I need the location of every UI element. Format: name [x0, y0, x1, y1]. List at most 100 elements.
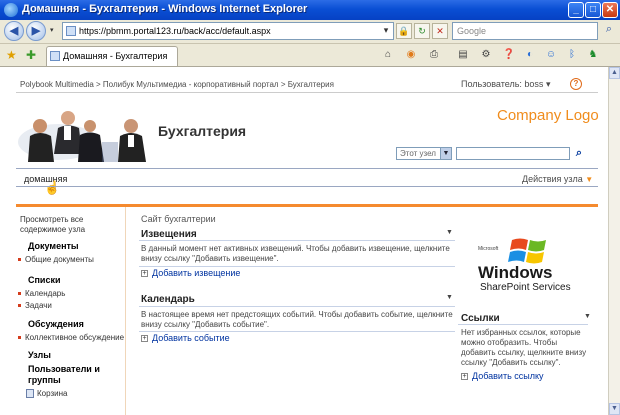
calendar-empty-text: В настоящее время нет предстоящих событи… [141, 310, 453, 329]
maximize-button[interactable]: □ [585, 2, 601, 18]
logo-microsoft: Microsoft [478, 246, 499, 252]
calendar-title[interactable]: Календарь [141, 294, 195, 305]
ql-item-tasks[interactable]: Задачи [18, 301, 52, 310]
scroll-up-icon[interactable]: ▲ [609, 67, 620, 79]
divider [139, 306, 455, 307]
chevron-down-icon[interactable]: ▼ [584, 313, 591, 320]
announcements-title[interactable]: Извещения [141, 229, 197, 240]
add-link-link[interactable]: + Добавить ссылку [461, 371, 544, 381]
add-announcement-label: Добавить извещение [152, 268, 241, 278]
divider [139, 240, 455, 241]
divider [139, 266, 455, 267]
divider [139, 331, 455, 332]
bullet-icon [18, 304, 21, 308]
user-menu[interactable]: Пользователь: boss ▾ [461, 79, 550, 90]
ql-item-team-discussion[interactable]: Коллективное обсуждение [18, 333, 124, 342]
ql-sites-heading[interactable]: Узлы [28, 350, 51, 360]
tab-current[interactable]: Домашняя - Бухгалтерия [46, 46, 178, 66]
plus-icon: + [141, 270, 148, 278]
close-button[interactable]: ✕ [602, 2, 618, 18]
recycle-bin-icon [26, 389, 34, 399]
add-link-label: Добавить ссылку [472, 371, 544, 381]
feeds-icon[interactable]: ◉ [403, 47, 419, 63]
search-scope-select[interactable]: Этот узел ▼ [396, 147, 452, 160]
tab-toolbar: ★ ✚ Домашняя - Бухгалтерия ⌂ ◉ ⎙ ▤ ⚙ ❓ ◐… [0, 44, 620, 67]
window-titlebar[interactable]: Домашняя - Бухгалтерия - Windows Interne… [0, 0, 620, 20]
minimize-button[interactable]: _ [568, 2, 584, 18]
stop-icon[interactable]: ✕ [432, 23, 448, 39]
links-empty-text: Нет избранных ссылок, которые можно отоб… [461, 328, 587, 367]
ql-documents-heading[interactable]: Документы [28, 241, 79, 251]
search-scope-value: Этот узел [400, 149, 436, 158]
page-icon [66, 26, 76, 36]
divider [16, 168, 598, 169]
plus-icon: + [141, 335, 148, 343]
help-icon[interactable]: ? [570, 78, 582, 90]
ql-item-label: Коллективное обсуждение [25, 333, 125, 342]
bluetooth-icon[interactable]: ᛒ [564, 47, 580, 63]
address-input[interactable]: https://pbmm.portal123.ru/back/acc/defau… [62, 22, 394, 40]
print-icon[interactable]: ⎙ [426, 47, 442, 63]
search-icon[interactable]: ⌕ [572, 146, 586, 160]
page-icon [50, 51, 60, 61]
address-toolbar: ◀ ▶ ▾ https://pbmm.portal123.ru/back/acc… [0, 20, 620, 44]
extension-icon[interactable]: ♞ [585, 47, 601, 63]
window-title: Домашняя - Бухгалтерия - Windows Interne… [22, 3, 308, 15]
forward-button[interactable]: ▶ [26, 21, 46, 41]
ql-recycle-bin[interactable]: Корзина [26, 389, 68, 399]
help-icon[interactable]: ❓ [501, 47, 517, 63]
favorites-star-icon[interactable]: ★ [6, 48, 17, 62]
site-actions-label: Действия узла [522, 174, 583, 184]
back-icon: ◀ [9, 25, 19, 37]
forward-icon: ▶ [31, 25, 41, 37]
tools-icon[interactable]: ⚙ [478, 47, 494, 63]
vertical-scrollbar[interactable]: ▲ ▼ [608, 67, 620, 415]
logo-windows: Windows [478, 263, 552, 282]
ql-people-groups-heading[interactable]: Пользователи и группы [28, 364, 124, 386]
hand-cursor-icon: ☝ [44, 180, 61, 195]
site-title[interactable]: Бухгалтерия [158, 123, 246, 139]
ql-item-label: Корзина [37, 389, 68, 398]
divider [458, 324, 588, 325]
recent-pages-dropdown[interactable]: ▾ [50, 26, 54, 34]
search-icon[interactable]: ⌕ [602, 23, 616, 37]
home-icon[interactable]: ⌂ [380, 47, 396, 63]
site-actions-menu[interactable]: Действия узла ▼ [522, 174, 593, 184]
back-button[interactable]: ◀ [4, 21, 24, 41]
company-logo[interactable]: Company Logo [497, 107, 599, 124]
search-input[interactable]: Google [452, 22, 598, 40]
add-favorites-icon[interactable]: ✚ [26, 48, 36, 62]
messenger-icon[interactable]: ☺ [543, 47, 559, 63]
divider [16, 186, 598, 187]
view-all-content-link[interactable]: Просмотреть все содержимое узла [20, 215, 116, 235]
chevron-down-icon: ▾ [545, 79, 551, 89]
team-photo [18, 104, 150, 162]
scroll-down-icon[interactable]: ▼ [609, 403, 620, 415]
chevron-down-icon[interactable]: ▼ [446, 294, 453, 301]
quick-launch: Просмотреть все содержимое узла Документ… [16, 207, 126, 415]
ql-item-label: Задачи [25, 301, 52, 310]
breadcrumb[interactable]: Polybook Multimedia > Полибук Мультимеди… [20, 80, 334, 89]
links-title[interactable]: Ссылки [461, 313, 500, 324]
bullet-icon [18, 258, 21, 262]
plus-icon: + [461, 373, 468, 381]
page-menu-icon[interactable]: ▤ [455, 47, 471, 63]
bullet-icon [18, 336, 21, 340]
chevron-down-icon: ▼ [585, 175, 594, 184]
site-search-input[interactable] [456, 147, 570, 160]
add-announcement-link[interactable]: + Добавить извещение [141, 268, 240, 278]
ie-icon [4, 3, 18, 17]
ql-item-shared-documents[interactable]: Общие документы [18, 255, 94, 264]
ql-lists-heading[interactable]: Списки [28, 275, 61, 285]
chevron-down-icon[interactable]: ▼ [446, 229, 453, 236]
logo-sharepoint: SharePoint Services [480, 282, 571, 293]
research-icon[interactable]: ◐ [522, 47, 538, 63]
address-dropdown[interactable]: ▾ [378, 23, 394, 39]
ql-discussions-heading[interactable]: Обсуждения [28, 319, 84, 329]
refresh-icon[interactable]: ↻ [414, 23, 430, 39]
lock-icon[interactable]: 🔒 [396, 23, 412, 39]
ql-item-calendar[interactable]: Календарь [18, 289, 65, 298]
announcements-empty-text: В данный момент нет активных извещений. … [141, 244, 450, 263]
add-event-link[interactable]: + Добавить событие [141, 333, 230, 343]
bullet-icon [18, 292, 21, 296]
